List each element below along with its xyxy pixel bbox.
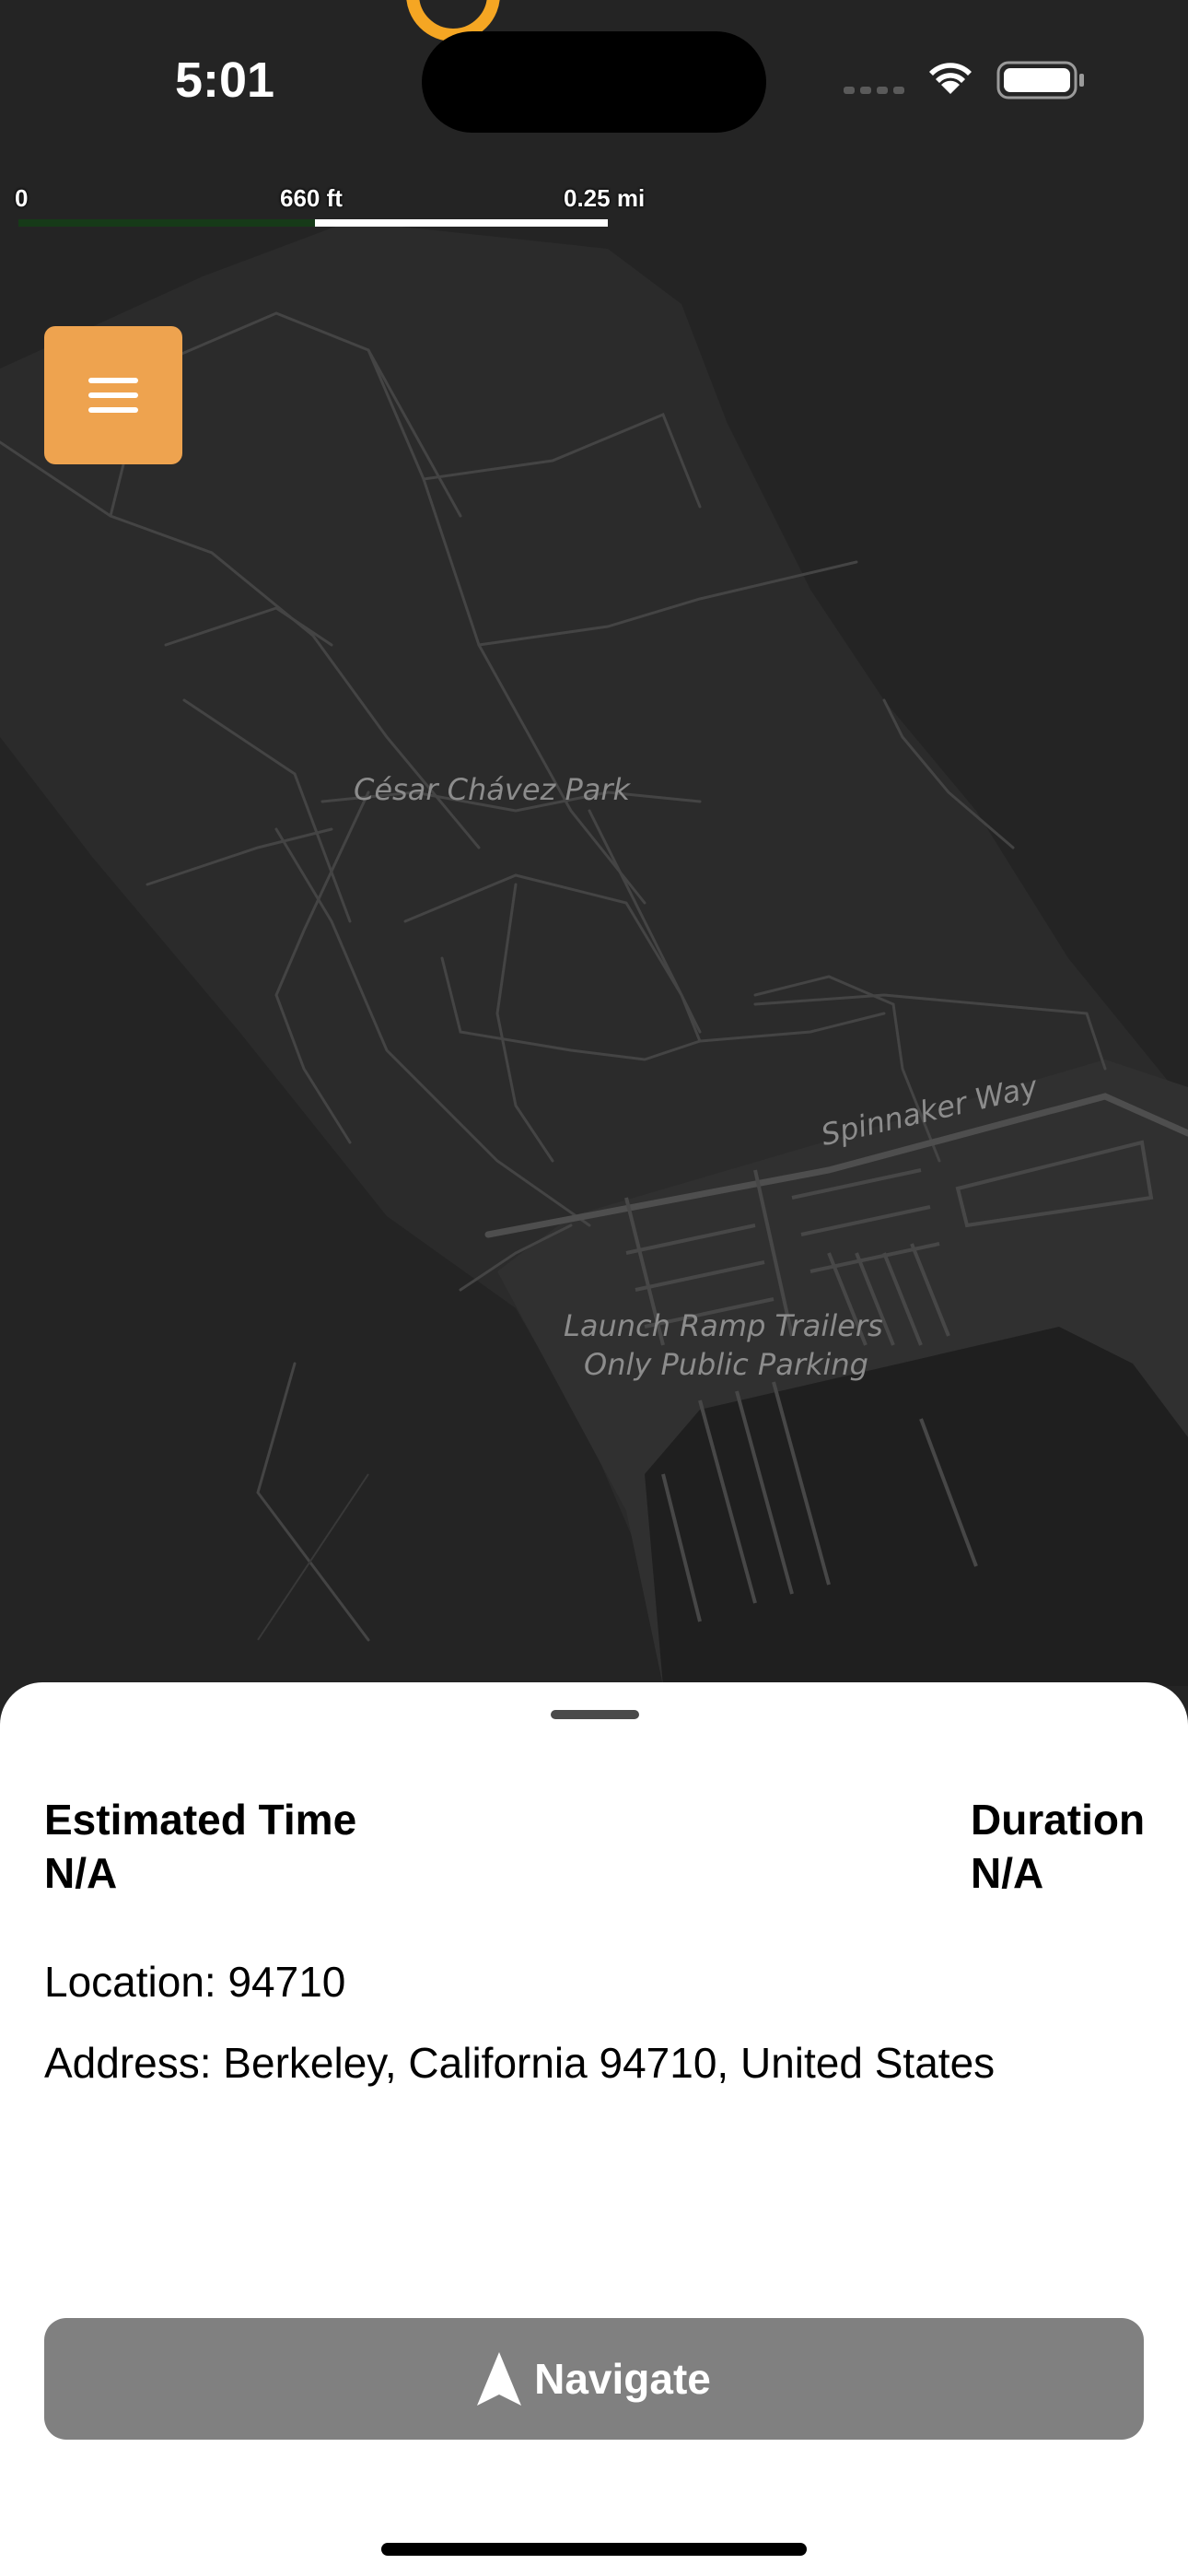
dynamic-island [422,31,766,133]
estimated-time-label: Estimated Time [44,1796,357,1844]
location-text: Location: 94710 [44,1958,346,2006]
estimated-time-value: N/A [44,1849,118,1897]
map-label-parking-line1: Launch Ramp Trailers [564,1308,883,1343]
duration-label: Duration [971,1796,1146,1844]
map-scale-bar: 0 660 ft 0.25 mi [0,184,663,230]
navigate-button[interactable]: Navigate [44,2318,1144,2440]
map-roads [0,0,1188,1686]
navigation-arrow-icon [477,2352,522,2406]
home-indicator[interactable] [381,2543,807,2556]
scale-label-end: 0.25 mi [564,184,646,212]
map-label-parking-line2: Only Public Parking [584,1347,868,1382]
sheet-drag-handle[interactable] [551,1710,639,1719]
scale-label-mid: 660 ft [280,184,343,212]
cellular-signal-icon [844,87,904,94]
route-info-sheet[interactable]: Estimated Time N/A Duration N/A Location… [0,1682,1188,2576]
map-view[interactable]: César Chávez Park Spinnaker Way Launch R… [0,0,1188,1686]
status-time: 5:01 [175,53,275,108]
status-icons [844,61,1084,100]
duration-value: N/A [971,1849,1044,1897]
map-label-park: César Chávez Park [354,772,631,807]
address-text: Address: Berkeley, California 94710, Uni… [44,2039,996,2087]
menu-button[interactable] [44,326,182,464]
navigate-button-label: Navigate [534,2355,711,2403]
scale-label-start: 0 [15,184,29,212]
wifi-icon [929,63,972,94]
scale-bar-line [18,219,608,227]
status-bar: 5:01 [0,0,1188,157]
battery-icon [996,61,1084,100]
